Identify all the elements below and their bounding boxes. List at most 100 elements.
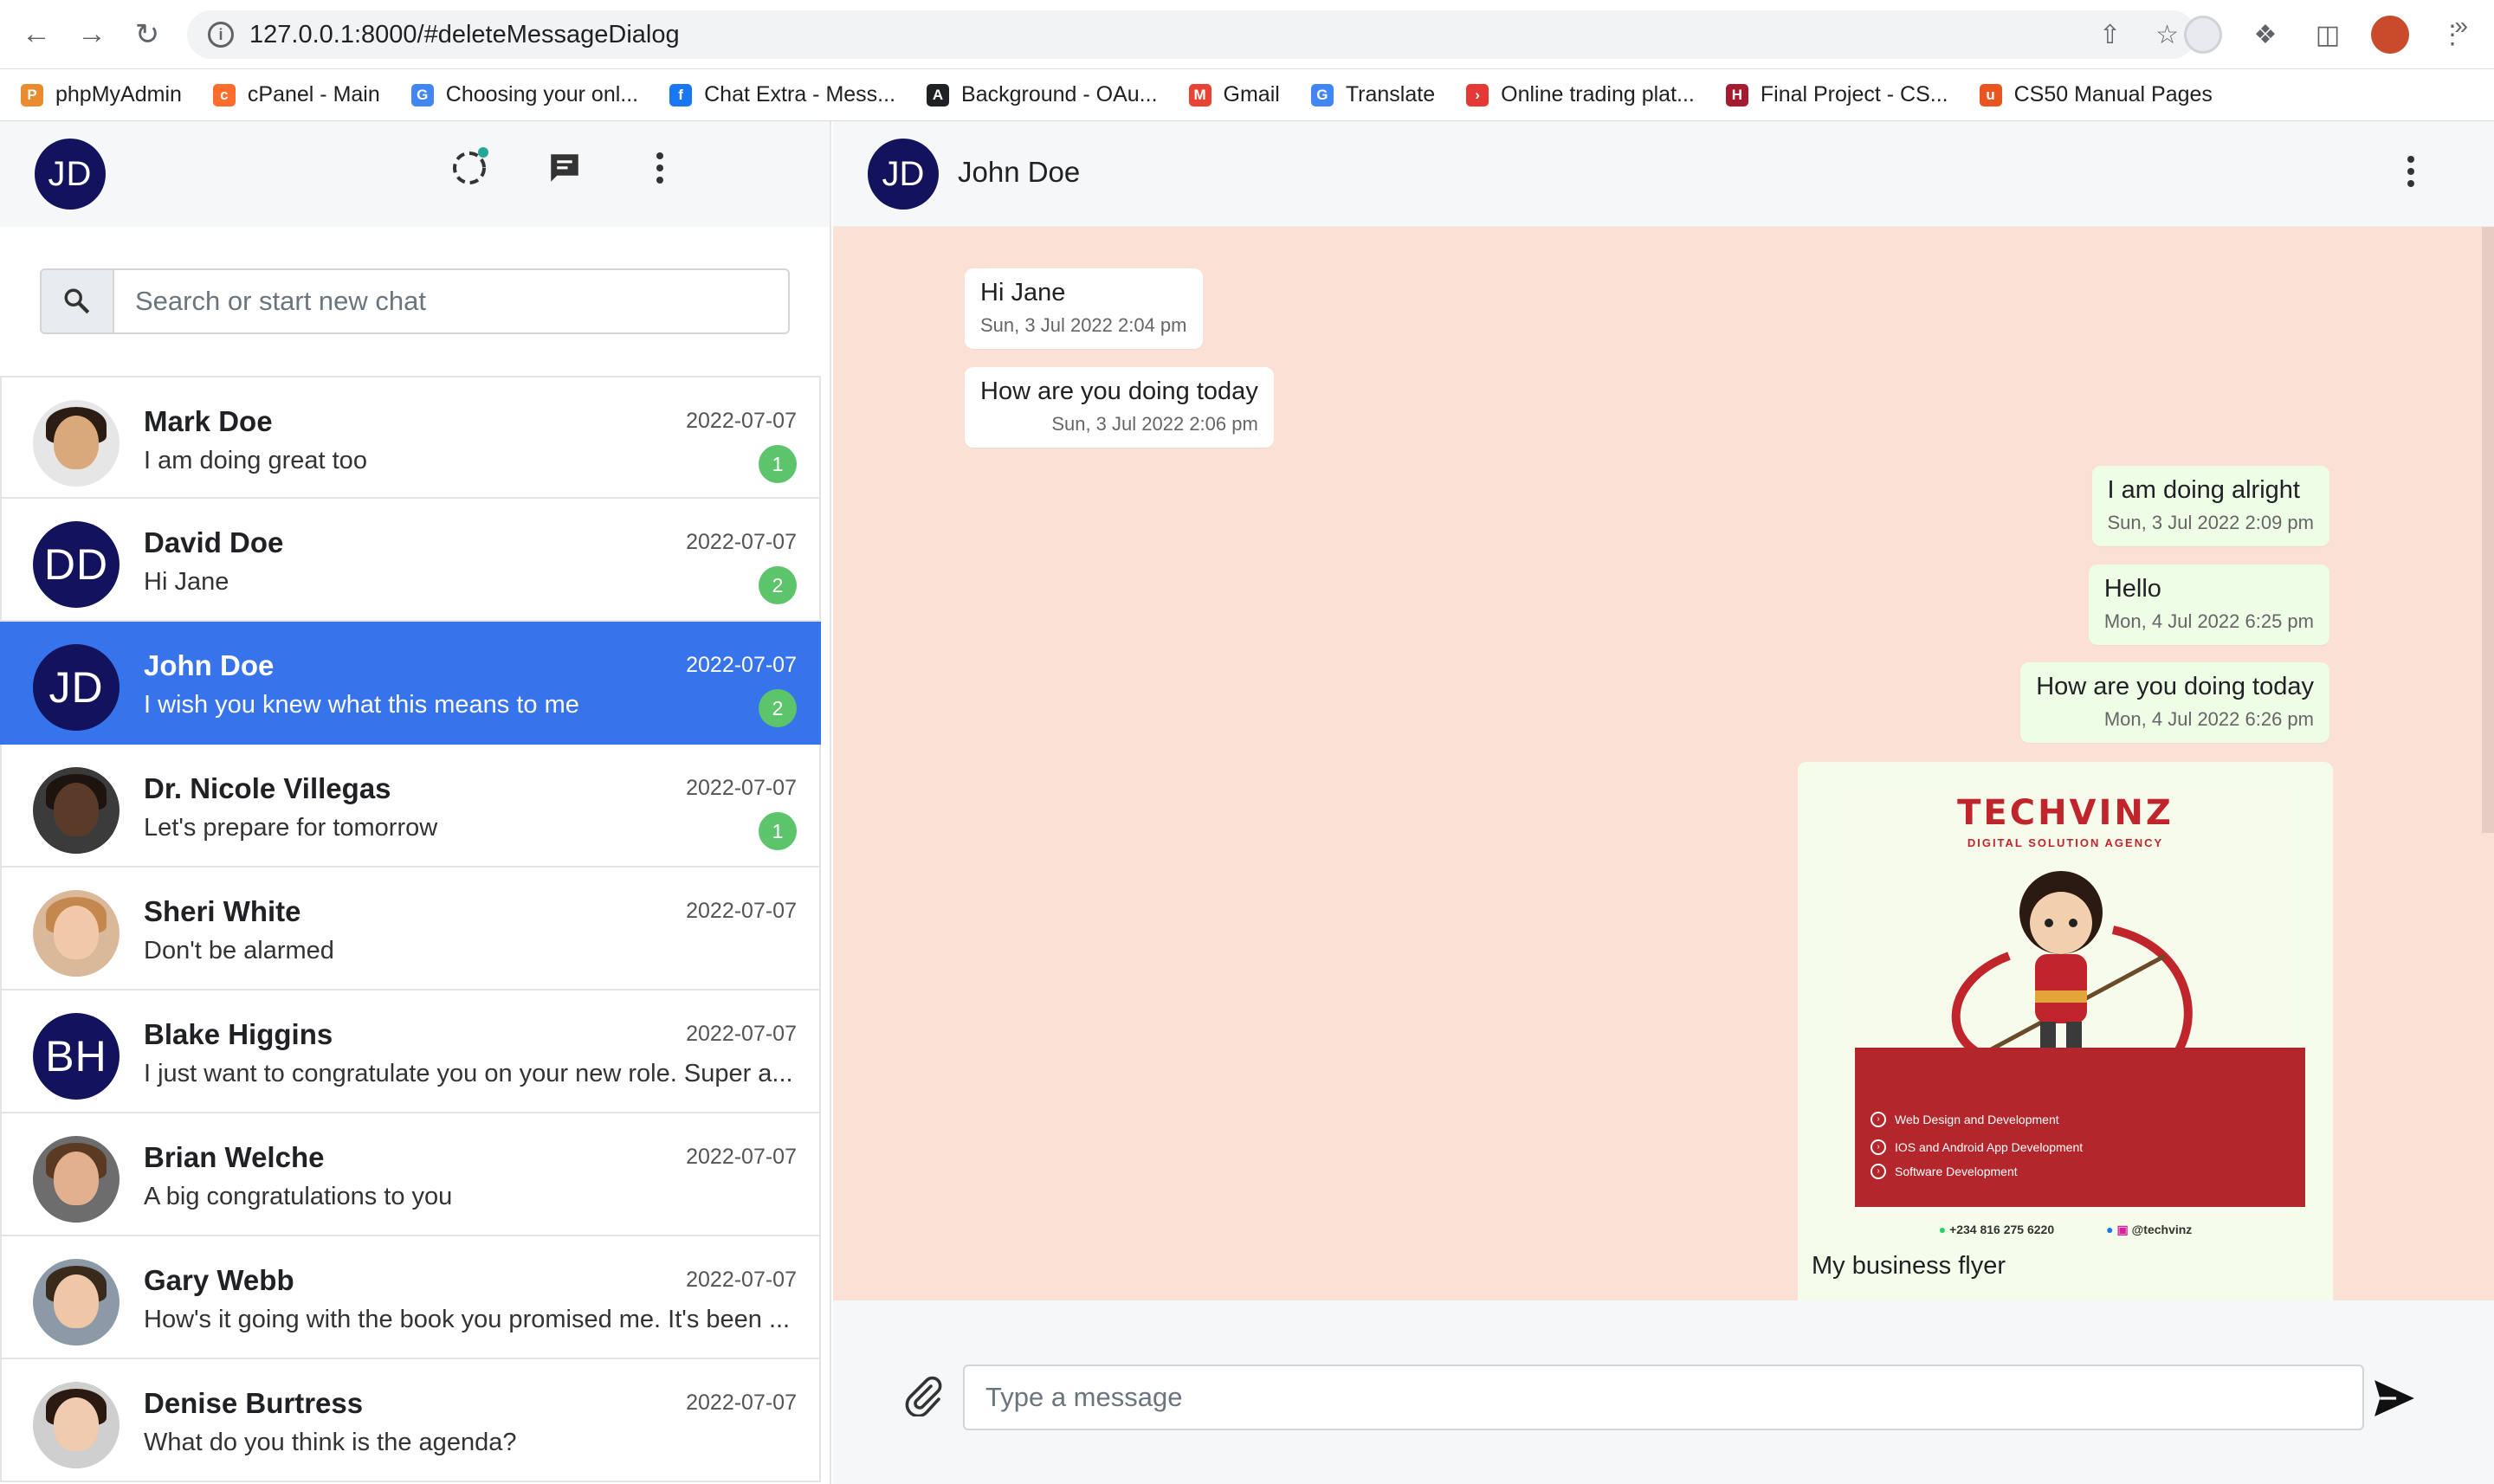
chat-list-item[interactable]: JD John Doe I wish you knew what this mean… (0, 622, 821, 745)
chat-list-item[interactable]: Denise Burtress What do you think is the … (0, 1359, 821, 1482)
incoming-message[interactable]: How are you doing today Sun, 3 Jul 2022 2… (965, 367, 1274, 448)
forward-icon[interactable]: → (64, 7, 120, 62)
chat-last-message: Don't be alarmed (144, 937, 334, 965)
search-input[interactable] (114, 270, 788, 332)
chat-avatar-photo (33, 400, 120, 487)
bookmarks-overflow-icon[interactable]: » (2454, 12, 2468, 40)
trading-icon: › (1466, 83, 1489, 106)
chat-list-item[interactable]: Mark Doe I am doing great too 2022-07-07 1 (0, 376, 821, 499)
facebook-icon: f (669, 83, 693, 106)
chat-list-item[interactable]: Brian Welche A big congratulations to you… (0, 1113, 821, 1236)
chat-avatar: DD (33, 521, 120, 608)
bookmark-label: Translate (1345, 82, 1436, 106)
flyer-service: IOS and Android App Development (1895, 1140, 2084, 1154)
bookmark-item[interactable]: › Online trading plat... (1466, 82, 1695, 107)
back-icon[interactable]: ← (9, 7, 64, 62)
chat-name: Mark Doe (144, 405, 273, 437)
share-icon[interactable]: ⇧ (2099, 20, 2121, 50)
bookmark-label: cPanel - Main (247, 82, 380, 106)
message-timestamp: Mon, 4 Jul 2022 6:25 pm (2103, 610, 2314, 632)
chat-avatar-photo (33, 767, 120, 854)
message-text: Hello (2103, 575, 2161, 603)
bookmark-item[interactable]: G Choosing your onl... (410, 82, 639, 107)
profile-avatar[interactable] (2371, 16, 2409, 54)
incoming-message[interactable]: Hi Jane Sun, 3 Jul 2022 2:04 pm (965, 268, 1203, 349)
bookmark-item[interactable]: A Background - OAu... (927, 82, 1158, 107)
extension-icon[interactable] (2184, 16, 2222, 54)
contact-name[interactable]: John Doe (958, 156, 1080, 189)
bookmark-item[interactable]: c cPanel - Main (212, 82, 380, 107)
harvard-icon: H (1725, 83, 1748, 106)
chat-name: Blake Higgins (144, 1018, 333, 1050)
chat-name: Brian Welche (144, 1141, 325, 1173)
chat-date: 2022-07-07 (686, 776, 797, 800)
outgoing-message[interactable]: I am doing alright Sun, 3 Jul 2022 2:09 p… (2091, 466, 2329, 546)
chat-date: 2022-07-07 (686, 530, 797, 554)
new-chat-icon[interactable] (542, 145, 587, 190)
bookmark-item[interactable]: PphpMyAdmin (21, 82, 182, 107)
outgoing-message[interactable]: Hello Mon, 4 Jul 2022 6:25 pm (2088, 565, 2329, 645)
chat-app: JD Mark DoeI am doing great too2022-0 (0, 121, 2494, 1484)
outgoing-message[interactable]: How are you doing today Mon, 4 Jul 2022 6… (2020, 662, 2329, 743)
flyer-services-panel: › Web Design and Development › IOS and And… (1855, 1048, 2305, 1207)
business-flyer-image[interactable]: TECHVINZ DIGITAL SOLUTION AGENCY › Web D… (1836, 783, 2305, 1236)
puzzle-icon[interactable]: ❖ (2246, 16, 2284, 54)
bookmark-item[interactable]: M Gmail (1188, 82, 1280, 107)
address-bar[interactable]: i 127.0.0.1:8000/#deleteMessageDialog ⇧ … (187, 10, 2196, 59)
chat-list-item[interactable]: DD David Doe Hi Jane 2022-07-07 2 (0, 499, 821, 622)
message-text: How are you doing today (980, 377, 1258, 405)
chat-avatar-photo (33, 890, 120, 977)
image-message[interactable]: TECHVINZ DIGITAL SOLUTION AGENCY › Web D… (1798, 762, 2333, 1300)
scrollbar[interactable] (2482, 227, 2494, 833)
search-icon (42, 270, 114, 332)
bookmark-item[interactable]: G Translate (1310, 82, 1436, 107)
attach-icon[interactable] (902, 1376, 944, 1442)
flyer-phone: +234 816 275 6220 (1949, 1223, 2055, 1236)
message-input[interactable] (963, 1365, 2364, 1430)
image-caption: My business flyer (1812, 1252, 2006, 1280)
sidebar-menu-icon[interactable] (637, 145, 682, 190)
contact-avatar[interactable]: JD (868, 139, 939, 210)
chat-list-item[interactable]: Gary Webb How's it going with the book yo… (0, 1236, 821, 1359)
message-area: TECHVINZ DIGITAL SOLUTION AGENCY › Web D… (833, 227, 2494, 1300)
chat-date: 2022-07-07 (686, 1390, 797, 1415)
instagram-icon: ▣ (2116, 1223, 2129, 1236)
message-text: How are you doing today (2036, 673, 2314, 700)
unread-badge: 1 (759, 812, 797, 850)
bookmark-star-icon[interactable]: ☆ (2155, 20, 2179, 50)
bookmark-item[interactable]: H Final Project - CS... (1725, 82, 1948, 107)
sidebar: JD Mark DoeI am doing great too2022-0 (0, 121, 831, 1484)
bookmark-label: Final Project - CS... (1760, 82, 1948, 106)
chat-name: Dr. Nicole Villegas (144, 772, 391, 804)
message-timestamp: Sun, 3 Jul 2022 2:06 pm (1051, 413, 1258, 435)
bookmark-label: Online trading plat... (1501, 82, 1695, 106)
bookmark-label: Gmail (1223, 82, 1280, 106)
facebook-icon: ● (2106, 1223, 2114, 1236)
chat-date: 2022-07-07 (686, 409, 797, 433)
bookmark-label: Chat Extra - Mess... (704, 82, 896, 106)
bookmark-item[interactable]: u CS50 Manual Pages (1979, 82, 2213, 107)
send-icon[interactable] (2373, 1378, 2416, 1423)
chat-name: Gary Webb (144, 1264, 294, 1296)
chat-list-item[interactable]: Dr. Nicole Villegas Let's prepare for tom… (0, 745, 821, 868)
bookmark-item[interactable]: f Chat Extra - Mess... (669, 82, 895, 107)
flyer-subtitle: DIGITAL SOLUTION AGENCY (1967, 836, 2164, 849)
chat-list-item[interactable]: Sheri White Don't be alarmed 2022-07-07 (0, 868, 821, 990)
chat-last-message: I wish you knew what this means to me (144, 691, 579, 719)
browser-chrome: ← → ↻ i 127.0.0.1:8000/#deleteMessageDia… (0, 0, 2494, 121)
bookmark-label: Choosing your onl... (445, 82, 639, 106)
status-icon[interactable] (447, 145, 492, 190)
message-timestamp: Sun, 3 Jul 2022 2:04 pm (980, 314, 1187, 336)
message-timestamp: Mon, 4 Jul 2022 6:26 pm (2103, 708, 2314, 730)
user-avatar[interactable]: JD (35, 139, 106, 210)
chat-avatar-photo (33, 1259, 120, 1345)
chat-avatar-photo (33, 1136, 120, 1223)
sidebar-header: JD (0, 121, 830, 227)
info-icon[interactable]: i (208, 22, 234, 48)
conversation-menu-icon[interactable] (2407, 156, 2414, 187)
chat-list-item[interactable]: BH Blake Higgins I just want to congratula… (0, 990, 821, 1113)
reload-icon[interactable]: ↻ (120, 7, 175, 62)
chat-date: 2022-07-07 (686, 1022, 797, 1046)
bookmark-label: CS50 Manual Pages (2013, 82, 2213, 106)
sidepanel-icon[interactable]: ◫ (2309, 16, 2347, 54)
